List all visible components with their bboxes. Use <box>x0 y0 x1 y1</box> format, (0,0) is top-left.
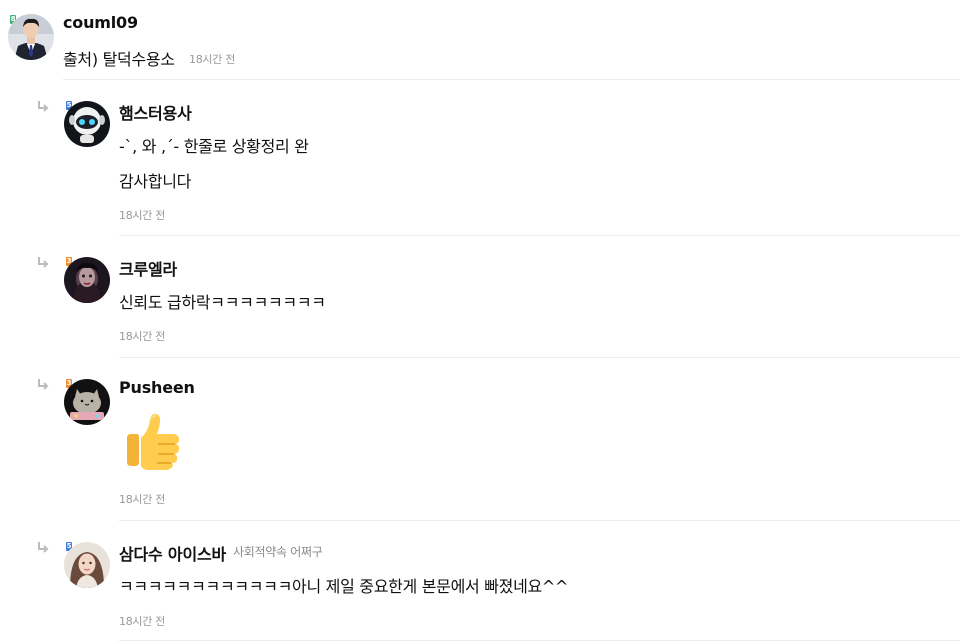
comment-text: ㅋㅋㅋㅋㅋㅋㅋㅋㅋㅋㅋㅋ아니 제일 중요한게 본문에서 빠졌네요^^ <box>119 577 569 596</box>
author-name[interactable]: Pusheen <box>119 378 195 397</box>
profile-photo-man-suit <box>8 14 54 60</box>
comment-text: 신뢰도 급하락ㅋㅋㅋㅋㅋㅋㅋㅋ <box>119 293 326 312</box>
comment-time: 18시간 전 <box>119 209 166 222</box>
author-name[interactable]: 삼다수 아이스바 <box>119 541 226 565</box>
reply-arrow-icon <box>38 542 49 553</box>
reply-item: 3 크루엘라 신뢰도 급하락ㅋㅋㅋㅋㅋㅋㅋㅋ 18시간 전 <box>0 236 960 358</box>
avatar[interactable] <box>64 542 110 588</box>
divider <box>119 640 960 641</box>
comment-text: -`, 와 ,´- 한줄로 상황정리 완 <box>119 137 309 156</box>
author-name[interactable]: 크루엘라 <box>119 256 177 280</box>
comment-text: 출처) 탈덕수용소 <box>63 50 175 69</box>
author-name[interactable]: 햄스터용사 <box>119 100 192 124</box>
avatar[interactable] <box>64 101 110 147</box>
comment-time: 18시간 전 <box>119 615 166 628</box>
thumbs-up-icon <box>127 413 180 470</box>
comment-item: 8 couml09 출처) 탈덕수용소 18시간 전 <box>0 0 960 80</box>
author-note: 사회적약속 어쩌구 <box>233 545 323 559</box>
avatar[interactable] <box>64 379 110 425</box>
reply-item: 5 햄스터용사 -`, 와 ,´- 한줄로 상황정리 완 감사합니다 18시간 … <box>0 80 960 236</box>
profile-photo-woman <box>64 542 110 588</box>
profile-robot-mascot <box>64 101 110 147</box>
profile-pusheen-cat <box>64 379 110 425</box>
reply-item: 3 Pusheen 18시간 전 <box>0 358 960 521</box>
avatar[interactable] <box>64 257 110 303</box>
reply-arrow-icon <box>38 379 49 390</box>
profile-photo-dark-portrait <box>64 257 110 303</box>
reply-arrow-icon <box>38 257 49 268</box>
author-name[interactable]: couml09 <box>63 13 138 32</box>
reply-arrow-icon <box>38 101 49 112</box>
comment-text: 감사합니다 <box>119 172 192 191</box>
avatar[interactable] <box>8 14 54 60</box>
comment-time: 18시간 전 <box>119 330 166 343</box>
reply-item: 5 삼다수 아이스바 사회적약속 어쩌구 ㅋㅋㅋㅋㅋㅋㅋㅋㅋㅋㅋㅋ아니 제일 중… <box>0 521 960 642</box>
comment-time: 18시간 전 <box>119 493 166 506</box>
comment-time: 18시간 전 <box>189 53 236 66</box>
